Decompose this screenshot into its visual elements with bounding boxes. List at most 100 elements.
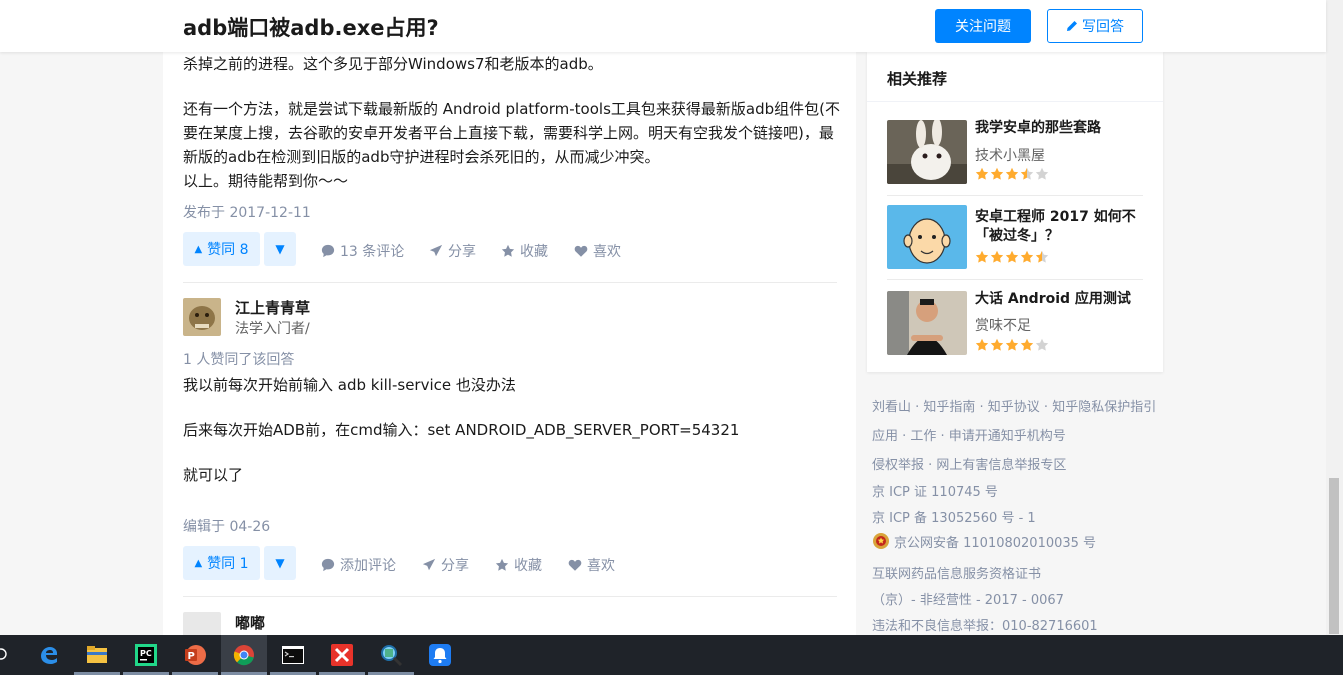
collect-label: 收藏 <box>520 244 548 260</box>
rec-title[interactable]: 安卓工程师 2017 如何不 「被过冬」？ <box>975 208 1145 246</box>
collect-button[interactable]: 收藏 <box>495 555 542 575</box>
comments-button[interactable]: 添加评论 <box>321 555 396 575</box>
triangle-down-icon: ▼ <box>275 242 285 256</box>
comment-icon <box>321 558 335 572</box>
author-name[interactable]: 嘟嘟 <box>235 612 265 633</box>
comments-label: 添加评论 <box>340 558 396 574</box>
pycharm-icon[interactable]: PC <box>123 635 169 675</box>
upvote-button[interactable]: ▲ 赞同 1 <box>183 546 260 580</box>
write-answer-button[interactable]: 写回答 <box>1047 9 1143 43</box>
rec-author: 赏味不足 <box>975 318 1031 334</box>
comment-icon <box>321 244 335 258</box>
star-icon <box>1005 250 1019 263</box>
file-explorer-icon[interactable] <box>74 635 120 675</box>
like-label: 喜欢 <box>587 558 615 574</box>
share-label: 分享 <box>441 558 469 574</box>
star-icon <box>975 167 989 180</box>
avatar[interactable] <box>183 298 221 336</box>
divider <box>867 101 1163 102</box>
rec-thumbnail[interactable] <box>887 205 967 269</box>
question-header: adb端口被adb.exe占用? 关注问题 写回答 <box>0 0 1326 52</box>
star-icon <box>1020 167 1034 180</box>
star-icon <box>495 558 509 571</box>
answer-date[interactable]: 编辑于 04-26 <box>183 516 270 536</box>
police-record-text: 京公网安备 11010802010035 号 <box>894 536 1097 551</box>
heart-icon <box>568 559 582 571</box>
collect-label: 收藏 <box>514 558 542 574</box>
rec-title[interactable]: 我学安卓的那些套路 <box>975 119 1145 138</box>
heart-icon <box>574 245 588 257</box>
rating-stars <box>975 250 1049 264</box>
triangle-up-icon: ▲ <box>194 243 203 255</box>
footer-license-number: （京）- 非经营性 - 2017 - 0067 <box>872 593 1064 608</box>
collect-button[interactable]: 收藏 <box>501 241 548 261</box>
star-icon <box>975 338 989 351</box>
footer-links[interactable]: 刘看山 · 知乎指南 · 知乎协议 · 知乎隐私保护指引 <box>872 396 1156 415</box>
search-tool-icon[interactable] <box>368 635 414 675</box>
footer-report-line[interactable]: 违法和不良信息举报：010-82716601 <box>872 615 1098 634</box>
author-name[interactable]: 江上青青草 <box>235 297 310 318</box>
voters-count[interactable]: 1 人赞同了该回答 <box>183 349 294 369</box>
answer-divider <box>183 282 837 283</box>
rec-thumbnail[interactable] <box>887 291 967 355</box>
rating-stars <box>975 167 1049 181</box>
downvote-button[interactable]: ▼ <box>264 232 296 266</box>
footer-links[interactable]: 应用 · 工作 · 申请开通知乎机构号 <box>872 425 1066 444</box>
scrollbar-thumb[interactable] <box>1329 478 1339 634</box>
like-button[interactable]: 喜欢 <box>568 555 615 575</box>
answer-text: 要在某度上搜，去谷歌的安卓开发者平台上直接下载，需要科学上网。明天有空我发个链接… <box>183 124 834 142</box>
answer-date[interactable]: 发布于 2017-12-11 <box>183 202 311 222</box>
footer-drug-license[interactable]: 互联网药品信息服务资格证书 <box>872 563 1041 582</box>
rec-author: 技术小黑屋 <box>975 148 1045 164</box>
chrome-icon[interactable] <box>221 635 267 675</box>
footer-icp-record[interactable]: 京 ICP 备 13052560 号 - 1 <box>872 507 1036 526</box>
rec-title-line: 「被过冬」？ <box>975 228 1059 244</box>
rec-title[interactable]: 大话 Android 应用测试 <box>975 290 1145 309</box>
star-icon <box>1035 338 1049 351</box>
star-icon <box>1005 167 1019 180</box>
footer-icp-license[interactable]: 京 ICP 证 110745 号 <box>872 481 998 500</box>
write-answer-label: 写回答 <box>1082 19 1124 35</box>
star-icon <box>990 250 1004 263</box>
answer-text: 杀掉之前的进程。这个多见于部分Windows7和老版本的adb。 <box>183 55 603 73</box>
rec-thumbnail[interactable] <box>887 120 967 184</box>
share-button[interactable]: 分享 <box>429 241 476 261</box>
downvote-button[interactable]: ▼ <box>264 546 296 580</box>
answer-divider <box>183 596 837 597</box>
upvote-button[interactable]: ▲ 赞同 8 <box>183 232 260 266</box>
star-icon <box>1035 167 1049 180</box>
footer-links[interactable]: 侵权举报 · 网上有害信息举报专区 <box>872 454 1066 473</box>
answer-text: 以上。期待能帮到你～～ <box>183 172 349 190</box>
answer-text: 还有一个方法，就是尝试下载最新版的 Android platform-tools… <box>183 100 840 118</box>
recommendations-title: 相关推荐 <box>887 70 948 88</box>
rec-title-line: 安卓工程师 2017 如何不 <box>975 209 1136 225</box>
answer-text: 就可以了 <box>183 466 244 484</box>
notification-icon[interactable] <box>417 635 463 675</box>
divider <box>887 279 1143 280</box>
footer-police-record[interactable]: 京公网安备 11010802010035 号 <box>872 532 1096 551</box>
comments-button[interactable]: 13 条评论 <box>321 241 404 261</box>
svg-text:PC: PC <box>140 649 152 658</box>
search-icon[interactable] <box>0 645 8 665</box>
upvote-label: 赞同 1 <box>207 556 249 572</box>
author-bio: 法学入门者/ <box>235 321 310 337</box>
question-title: adb端口被adb.exe占用? <box>183 16 439 40</box>
edge-icon[interactable] <box>26 635 72 675</box>
share-label: 分享 <box>448 244 476 260</box>
upvote-label: 赞同 8 <box>207 242 249 258</box>
pencil-icon <box>1067 21 1077 31</box>
powerpoint-icon[interactable]: P <box>172 635 218 675</box>
star-icon <box>501 244 515 257</box>
terminal-icon[interactable] <box>270 635 316 675</box>
paper-plane-icon <box>429 244 443 257</box>
triangle-down-icon: ▼ <box>275 556 285 570</box>
follow-question-button[interactable]: 关注问题 <box>935 9 1031 43</box>
xmind-icon[interactable] <box>319 635 365 675</box>
star-icon <box>990 167 1004 180</box>
rating-stars <box>975 338 1049 352</box>
share-button[interactable]: 分享 <box>422 555 469 575</box>
answer-text: 后来每次开始ADB前，在cmd输入：set ANDROID_ADB_SERVER… <box>183 421 740 439</box>
comments-label: 13 条评论 <box>340 244 405 260</box>
like-button[interactable]: 喜欢 <box>574 241 621 261</box>
star-icon <box>990 338 1004 351</box>
